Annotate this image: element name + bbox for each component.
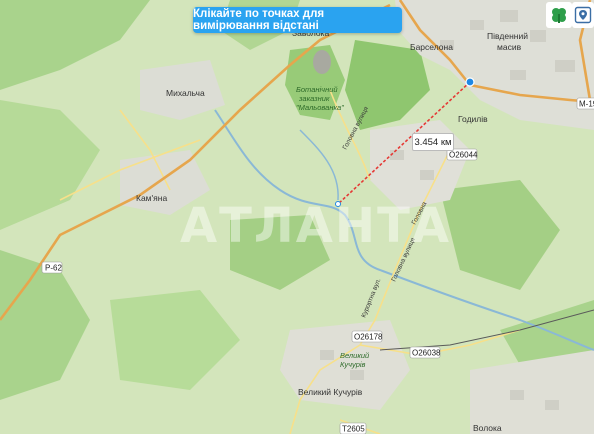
watermark: АТЛАНТА bbox=[180, 198, 451, 254]
place-label: Кам'яна bbox=[136, 193, 167, 203]
measure-hint-banner[interactable]: Клікайте по точках для вимірювання відст… bbox=[193, 7, 402, 33]
road-badge-t2605: T2605 bbox=[339, 422, 367, 434]
place-label: Годилів bbox=[458, 114, 488, 124]
place-label: Кучурів bbox=[340, 360, 366, 369]
layers-button[interactable] bbox=[546, 2, 572, 28]
svg-text:М-19: М-19 bbox=[579, 100, 594, 109]
place-label: Волока bbox=[473, 423, 502, 433]
road-badge-o26178: O26178 bbox=[351, 330, 383, 343]
distance-label: 3.454 км bbox=[412, 133, 454, 151]
reserve-label: заказник bbox=[298, 94, 330, 103]
pin-in-frame-icon bbox=[574, 6, 592, 24]
place-label: Південний bbox=[487, 31, 528, 41]
road-badge-p62: Р-62 bbox=[41, 261, 62, 274]
svg-text:O26044: O26044 bbox=[449, 151, 478, 160]
reserve-label: Ботанічний bbox=[296, 85, 338, 94]
place-label: Барселона bbox=[410, 42, 453, 52]
place-label: масив bbox=[497, 42, 522, 52]
measure-start-point[interactable] bbox=[465, 77, 475, 87]
place-label: Великий bbox=[340, 351, 370, 360]
svg-text:Р-62: Р-62 bbox=[45, 264, 62, 273]
place-label: Михальча bbox=[166, 88, 205, 98]
road-badge-m19: М-19 bbox=[576, 97, 594, 110]
svg-text:T2605: T2605 bbox=[342, 425, 365, 434]
svg-text:O26038: O26038 bbox=[412, 349, 441, 358]
pond bbox=[313, 50, 331, 74]
road-badge-o26038: O26038 bbox=[409, 346, 441, 359]
clover-icon bbox=[552, 8, 566, 23]
location-button[interactable] bbox=[572, 2, 594, 28]
reserve-label: "Мальованка" bbox=[296, 103, 344, 112]
svg-text:O26178: O26178 bbox=[354, 333, 383, 342]
place-label: Великий Кучурів bbox=[298, 387, 363, 397]
